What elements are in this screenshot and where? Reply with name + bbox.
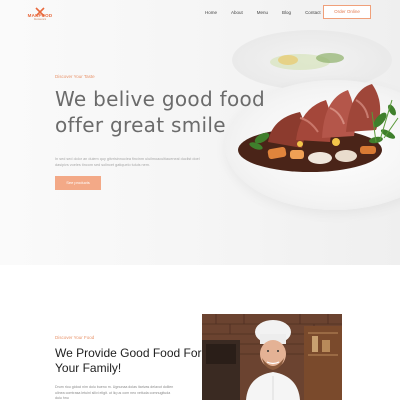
hero-title-line-2: offer great smile	[55, 113, 226, 137]
nav-item-contact[interactable]: Contact	[305, 10, 321, 15]
main-nav: Home About Menu Blog Contact	[205, 10, 335, 15]
hero-title-line-1: We belive good food	[55, 87, 266, 111]
chef-image	[202, 314, 342, 400]
about-title: We Provide Good Food For Your Family!	[55, 346, 202, 375]
hero-title: We belive good food offer great smile	[55, 86, 295, 138]
nav-item-about[interactable]: About	[231, 10, 243, 15]
see-products-button[interactable]: See products	[55, 176, 101, 190]
hero-description: In sed sed dolor an duiem quy gitvrisinn…	[55, 157, 200, 167]
about-description: Drum riou gidoci nim dolu bueno m. Ugnun…	[55, 385, 174, 400]
site-header: MAKFOOD Restaurant Home About Menu Blog …	[0, 0, 400, 26]
nav-item-menu[interactable]: Menu	[257, 10, 268, 15]
hero-subtitle: Discover Your Taste	[55, 74, 95, 79]
nav-item-home[interactable]: Home	[205, 10, 217, 15]
site-logo[interactable]: MAKFOOD Restaurant	[24, 4, 56, 22]
order-online-button[interactable]: Order Online	[323, 5, 371, 19]
chef-photo	[202, 314, 342, 400]
logo-subtext: Restaurant	[33, 18, 47, 21]
about-subtitle: Discover Your Food	[55, 335, 95, 340]
nav-item-blog[interactable]: Blog	[282, 10, 291, 15]
